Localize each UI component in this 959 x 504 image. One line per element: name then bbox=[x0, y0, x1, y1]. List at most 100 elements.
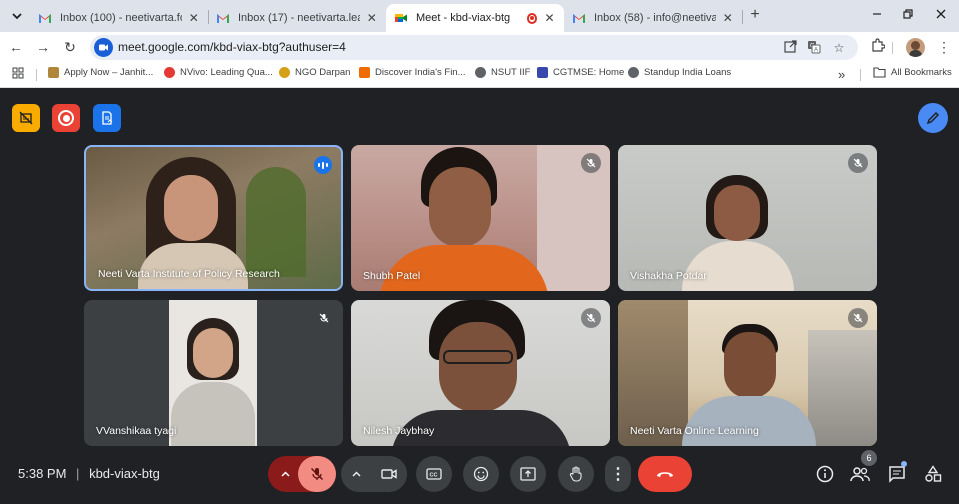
closed-captions-off-icon[interactable] bbox=[12, 104, 40, 132]
tab-title: Inbox (17) - neetivarta.learning@ bbox=[238, 12, 360, 24]
bookmark-nsut-iif[interactable]: NSUT IIF bbox=[475, 67, 530, 78]
bookmark-ngo-darpan[interactable]: NGO Darpan bbox=[279, 67, 350, 78]
participant-face bbox=[193, 328, 233, 378]
reactions-button[interactable] bbox=[463, 456, 499, 492]
bookmark-divider bbox=[860, 69, 861, 81]
mic-off-icon bbox=[848, 153, 868, 173]
translate-icon[interactable]: GA bbox=[806, 40, 822, 56]
extensions-puzzle-icon[interactable] bbox=[868, 37, 888, 57]
close-icon[interactable]: ✕ bbox=[366, 11, 378, 25]
tab-search-chevron-icon[interactable] bbox=[6, 5, 28, 27]
closed-captions-icon: CC bbox=[426, 468, 442, 480]
audio-options-chevron-icon[interactable] bbox=[268, 456, 302, 492]
mic-off-icon bbox=[310, 467, 324, 481]
plant-background bbox=[246, 167, 306, 277]
window-close-icon[interactable] bbox=[930, 5, 952, 25]
video-options-chevron-icon[interactable] bbox=[341, 456, 371, 492]
participant-tile[interactable]: VVanshikaa tyagi bbox=[84, 300, 343, 446]
toolbar-divider bbox=[892, 42, 893, 54]
close-icon[interactable]: ✕ bbox=[543, 11, 556, 25]
people-button[interactable] bbox=[850, 464, 870, 484]
back-arrow-icon[interactable]: ← bbox=[6, 37, 26, 57]
reload-icon[interactable]: ↻ bbox=[60, 37, 80, 57]
folder-icon bbox=[873, 67, 886, 78]
more-vert-icon[interactable]: ⋮ bbox=[934, 37, 954, 57]
bookmark-standup-india[interactable]: Standup India Loans bbox=[628, 67, 731, 78]
close-icon[interactable]: ✕ bbox=[722, 11, 734, 25]
bookmark-label: NVivo: Leading Qua... bbox=[180, 67, 273, 78]
participant-name: Neeti Varta Online Learning bbox=[630, 425, 759, 437]
participant-name: Nilesh Jaybhay bbox=[363, 425, 435, 437]
raise-hand-button[interactable] bbox=[558, 456, 594, 492]
chat-icon bbox=[889, 466, 905, 483]
minimize-icon[interactable] bbox=[866, 5, 888, 25]
restore-icon[interactable] bbox=[897, 5, 919, 25]
participant-name: VVanshikaa tyagi bbox=[96, 425, 177, 437]
tab-title: Inbox (100) - neetivarta.forum@ bbox=[60, 12, 182, 24]
bookmark-label: CGTMSE: Home bbox=[553, 67, 625, 78]
more-options-button[interactable]: ⋮ bbox=[605, 456, 631, 492]
bookmark-nvivo[interactable]: NVivo: Leading Qua... bbox=[164, 67, 273, 78]
apps-grid-icon[interactable] bbox=[12, 67, 24, 79]
participant-tile[interactable]: Neeti Varta Online Learning bbox=[618, 300, 877, 446]
new-tab-plus-icon[interactable]: + bbox=[746, 6, 764, 24]
captions-button[interactable]: CC bbox=[416, 456, 452, 492]
bookmark-discover-india[interactable]: Discover India's Fin... bbox=[359, 67, 466, 78]
url-text: meet.google.com/kbd-viax-btg?authuser=4 bbox=[118, 40, 346, 54]
tab-title: Inbox (58) - info@neetivarta.org bbox=[594, 12, 716, 24]
participant-tile[interactable]: Neeti Varta Institute of Policy Research bbox=[84, 145, 343, 291]
participant-tile[interactable]: Vishakha Potdar bbox=[618, 145, 877, 291]
address-bar[interactable]: meet.google.com/kbd-viax-btg?authuser=4 … bbox=[90, 35, 858, 60]
meeting-time: 5:38 PM bbox=[18, 466, 67, 481]
activities-button[interactable] bbox=[923, 464, 943, 484]
bookmark-label: Standup India Loans bbox=[644, 67, 732, 78]
all-bookmarks[interactable]: All Bookmarks bbox=[873, 67, 952, 78]
camera-control-group bbox=[341, 456, 407, 492]
participant-name: Neeti Varta Institute of Policy Research bbox=[98, 268, 280, 280]
tab-gmail-forum[interactable]: Inbox (100) - neetivarta.forum@ ✕ bbox=[30, 4, 208, 32]
bookmark-label: NSUT IIF bbox=[491, 67, 531, 78]
present-screen-button[interactable] bbox=[510, 456, 546, 492]
participant-face bbox=[439, 322, 517, 412]
participant-glasses bbox=[443, 350, 513, 364]
chat-button[interactable] bbox=[887, 464, 907, 484]
leave-call-button[interactable] bbox=[638, 456, 692, 492]
participant-tile[interactable]: Shubh Patel bbox=[351, 145, 610, 291]
transcript-icon[interactable] bbox=[93, 104, 121, 132]
svg-text:A: A bbox=[814, 48, 818, 54]
participant-shirt bbox=[682, 396, 816, 446]
present-to-all-icon bbox=[520, 467, 536, 481]
bookmark-star-icon[interactable]: ☆ bbox=[831, 40, 847, 56]
mic-off-icon bbox=[581, 308, 601, 328]
companion-edit-icon[interactable] bbox=[918, 103, 948, 133]
chat-notification-dot bbox=[901, 461, 907, 467]
bookmark-favicon-icon bbox=[359, 67, 370, 78]
bookmark-favicon-icon bbox=[48, 67, 59, 78]
open-in-new-window-icon[interactable] bbox=[782, 40, 798, 56]
bookmark-apply-now[interactable]: Apply Now – Janhit... bbox=[48, 67, 153, 78]
meeting-code: kbd-viax-btg bbox=[89, 466, 160, 481]
mic-off-button[interactable] bbox=[298, 456, 336, 492]
forward-arrow-icon[interactable]: → bbox=[33, 37, 53, 57]
bookmark-divider bbox=[36, 69, 37, 81]
globe-icon bbox=[628, 67, 639, 78]
tab-gmail-learning[interactable]: Inbox (17) - neetivarta.learning@ ✕ bbox=[208, 4, 386, 32]
mic-off-icon bbox=[848, 308, 868, 328]
meeting-info: 5:38 PM | kbd-viax-btg bbox=[18, 466, 160, 481]
site-info-icon[interactable] bbox=[94, 38, 113, 57]
recording-icon[interactable] bbox=[52, 104, 80, 132]
bookmarks-bar: Apply Now – Janhit... NVivo: Leading Qua… bbox=[0, 62, 959, 88]
tab-gmail-info[interactable]: Inbox (58) - info@neetivarta.org ✕ bbox=[564, 4, 742, 32]
participant-tile[interactable]: Nilesh Jaybhay bbox=[351, 300, 610, 446]
bookmark-favicon-icon bbox=[537, 67, 548, 78]
profile-avatar[interactable] bbox=[906, 38, 925, 57]
tab-meet[interactable]: Meet - kbd-viax-btg ✕ bbox=[386, 4, 564, 32]
meeting-details-info-icon[interactable] bbox=[815, 464, 835, 484]
meet-icon bbox=[395, 14, 407, 22]
close-icon[interactable]: ✕ bbox=[188, 11, 200, 25]
bookmark-cgtmse[interactable]: CGTMSE: Home bbox=[537, 67, 624, 78]
recording-indicator-icon bbox=[526, 12, 538, 24]
video-feed bbox=[169, 300, 257, 446]
more-bookmarks-chevron-icon[interactable]: » bbox=[838, 67, 845, 82]
camera-button[interactable] bbox=[371, 456, 407, 492]
